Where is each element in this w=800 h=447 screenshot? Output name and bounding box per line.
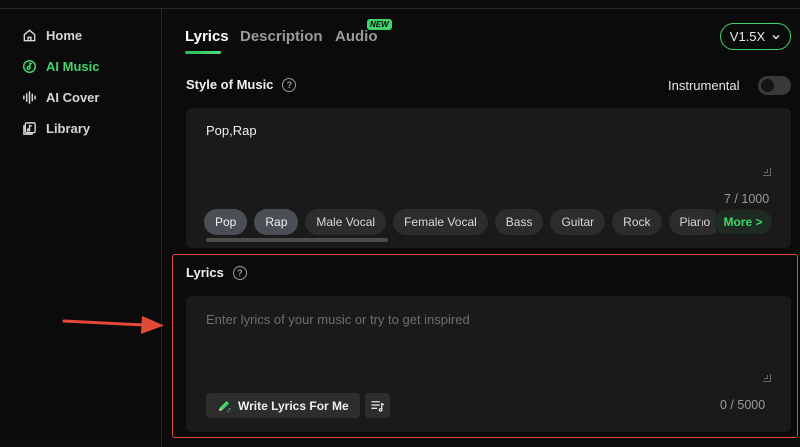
instrumental-label: Instrumental bbox=[668, 78, 740, 93]
pointer-arrow-icon bbox=[62, 316, 164, 334]
tab-audio[interactable]: Audio bbox=[335, 28, 378, 45]
write-lyrics-label: Write Lyrics For Me bbox=[238, 398, 349, 413]
tab-description[interactable]: Description bbox=[240, 28, 323, 45]
version-select[interactable]: V1.5X bbox=[720, 23, 791, 50]
lyrics-input[interactable]: Enter lyrics of your music or try to get… bbox=[206, 312, 470, 327]
style-chips: Pop Rap Male Vocal Female Vocal Bass Gui… bbox=[204, 209, 716, 237]
sidebar-item-ai-music[interactable]: AI Music bbox=[22, 59, 99, 74]
active-tab-indicator bbox=[185, 51, 221, 54]
chevron-down-icon bbox=[772, 34, 780, 40]
more-styles-button[interactable]: More > bbox=[714, 210, 772, 234]
chip-bass[interactable]: Bass bbox=[494, 209, 544, 235]
sidebar-item-ai-cover[interactable]: AI Cover bbox=[22, 90, 99, 105]
sidebar-item-label: Home bbox=[46, 28, 83, 43]
chip-female-vocal[interactable]: Female Vocal bbox=[393, 209, 488, 235]
help-icon[interactable]: ? bbox=[232, 265, 247, 280]
chip-pop[interactable]: Pop bbox=[204, 209, 248, 235]
chip-male-vocal[interactable]: Male Vocal bbox=[305, 209, 387, 235]
version-label: V1.5X bbox=[729, 29, 766, 44]
sidebar-item-home[interactable]: Home bbox=[22, 28, 82, 43]
library-icon bbox=[23, 122, 36, 135]
tab-lyrics[interactable]: Lyrics bbox=[185, 28, 229, 45]
resize-handle[interactable] bbox=[763, 168, 771, 176]
resize-handle[interactable] bbox=[763, 374, 771, 382]
lyrics-format-button[interactable] bbox=[365, 393, 390, 418]
style-input-box: Pop,Rap 7 / 1000 Pop Rap Male Vocal Fema… bbox=[186, 108, 791, 248]
music-list-icon bbox=[371, 401, 385, 412]
style-input[interactable]: Pop,Rap bbox=[206, 123, 257, 138]
home-icon bbox=[23, 29, 36, 42]
lyrics-input-box: Enter lyrics of your music or try to get… bbox=[186, 296, 791, 432]
chip-rock[interactable]: Rock bbox=[612, 209, 662, 235]
style-char-counter: 7 / 1000 bbox=[724, 192, 770, 206]
sidebar-item-label: Library bbox=[46, 121, 91, 136]
chip-divider bbox=[701, 209, 702, 235]
sidebar-item-library[interactable]: Library bbox=[22, 121, 90, 136]
style-section-header: Style of Music ? bbox=[186, 77, 297, 92]
lyrics-section-header: Lyrics ? bbox=[186, 265, 247, 280]
chip-piano[interactable]: Piano bbox=[668, 209, 716, 235]
chip-rap[interactable]: Rap bbox=[254, 209, 299, 235]
write-lyrics-button[interactable]: Write Lyrics For Me bbox=[206, 393, 360, 418]
instrumental-toggle[interactable] bbox=[758, 76, 791, 95]
sidebar-item-label: AI Cover bbox=[46, 90, 100, 105]
sidebar: Home AI Music AI Cover Library bbox=[0, 9, 162, 447]
help-icon[interactable]: ? bbox=[282, 77, 297, 92]
music-disc-icon bbox=[22, 59, 37, 74]
chip-guitar[interactable]: Guitar bbox=[550, 209, 606, 235]
sidebar-item-label: AI Music bbox=[46, 59, 100, 74]
toggle-knob bbox=[761, 79, 774, 92]
chips-scrollbar[interactable] bbox=[206, 238, 388, 242]
pencil-icon bbox=[219, 399, 231, 412]
style-label: Style of Music bbox=[186, 77, 274, 92]
new-badge: NEW bbox=[367, 19, 392, 30]
waveform-icon bbox=[23, 91, 36, 104]
lyrics-char-counter: 0 / 5000 bbox=[720, 398, 766, 412]
lyrics-label: Lyrics bbox=[186, 265, 224, 280]
